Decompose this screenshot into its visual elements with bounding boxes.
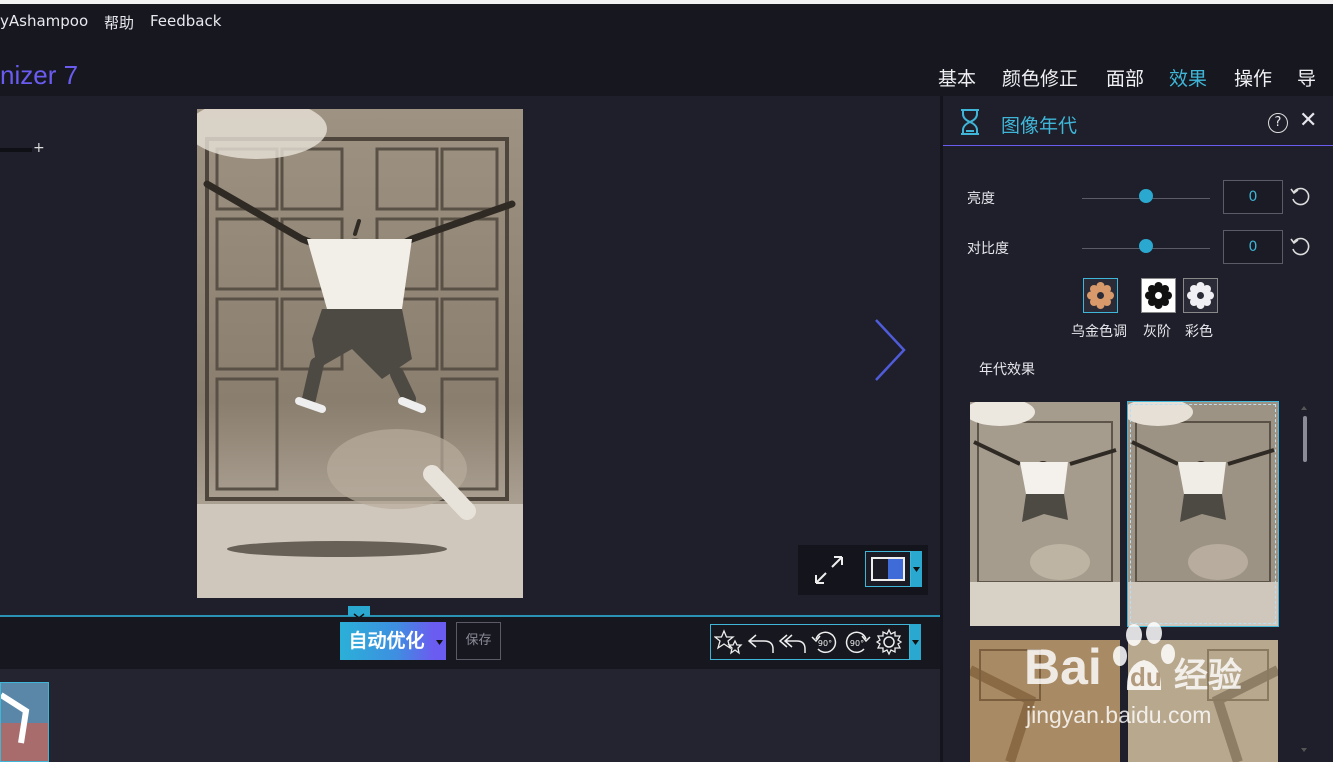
undo-all-icon[interactable] xyxy=(778,627,808,657)
stars-icon[interactable] xyxy=(714,627,744,657)
auto-optimize-dropdown[interactable] xyxy=(433,622,446,660)
brightness-value-field[interactable]: 0 xyxy=(1223,180,1283,214)
menu-item-ashampoo[interactable]: yAshampoo xyxy=(0,12,88,30)
tab-effects[interactable]: 效果 xyxy=(1169,64,1207,91)
tools-dropdown[interactable] xyxy=(910,624,921,660)
filmstrip xyxy=(0,669,940,762)
contrast-label: 对比度 xyxy=(967,241,1009,257)
filmstrip-thumbnail[interactable] xyxy=(0,682,49,762)
grayscale-mode-label: 灰阶 xyxy=(1143,324,1171,340)
age-effect-preset-3[interactable] xyxy=(970,640,1120,762)
age-effect-preset[interactable] xyxy=(970,402,1120,626)
menu-bar: yAshampoo 帮助 Feedback xyxy=(0,4,1333,38)
rotate-left-90-icon[interactable]: 90° xyxy=(810,627,840,657)
rotate-right-90-icon[interactable]: 90° xyxy=(842,627,872,657)
undo-icon[interactable] xyxy=(746,627,776,657)
app-title: nizer 7 xyxy=(0,60,79,90)
zoom-slider[interactable] xyxy=(0,148,32,152)
brightness-label: 亮度 xyxy=(967,191,995,207)
svg-text:90°: 90° xyxy=(850,639,864,648)
contrast-slider-knob[interactable] xyxy=(1139,239,1153,253)
hourglass-icon xyxy=(961,109,979,135)
fullscreen-icon[interactable] xyxy=(812,553,846,587)
grayscale-mode-button[interactable] xyxy=(1141,278,1176,313)
save-button[interactable]: 保存 xyxy=(456,622,501,660)
sepia-mode-button[interactable] xyxy=(1083,278,1118,313)
color-mode-label: 彩色 xyxy=(1185,324,1213,340)
before-after-toggle[interactable] xyxy=(865,551,911,587)
tab-color-correction[interactable]: 颜色修正 xyxy=(1002,64,1078,91)
tab-face[interactable]: 面部 xyxy=(1106,64,1144,91)
title-bar: nizer 7 基本 颜色修正 面部 效果 操作 导出 xyxy=(0,38,1333,117)
age-effect-preset-selected[interactable] xyxy=(1127,401,1279,627)
split-view-icon xyxy=(871,557,905,581)
help-icon[interactable]: ? xyxy=(1268,113,1288,133)
next-image-icon[interactable] xyxy=(868,318,908,382)
tab-operations[interactable]: 操作 xyxy=(1234,64,1272,91)
presets-scrollbar-thumb[interactable] xyxy=(1303,416,1307,462)
close-icon[interactable]: ✕ xyxy=(1299,108,1317,133)
brightness-slider-knob[interactable] xyxy=(1139,189,1153,203)
image-canvas: + xyxy=(0,96,940,616)
panel-title: 图像年代 xyxy=(1001,115,1078,137)
main-photo xyxy=(197,109,523,598)
sepia-mode-label: 乌金色调 xyxy=(1071,324,1127,340)
bottom-toolbar: 自动优化 保存 90° 90° xyxy=(0,617,940,669)
effect-panel: 图像年代 ? ✕ 亮度 0 对比度 0 乌金色调 灰阶 彩色 年代效果 xyxy=(943,96,1333,762)
svg-text:90°: 90° xyxy=(818,639,832,648)
compare-dropdown[interactable] xyxy=(911,551,922,587)
color-mode-button[interactable] xyxy=(1183,278,1218,313)
menu-item-help[interactable]: 帮助 xyxy=(104,12,134,33)
tab-basic[interactable]: 基本 xyxy=(938,64,976,91)
zoom-in-icon[interactable]: + xyxy=(33,140,45,156)
view-controls xyxy=(798,545,928,595)
collapse-filmstrip-icon[interactable] xyxy=(348,606,370,619)
panel-header-line xyxy=(943,145,1333,146)
menu-item-feedback[interactable]: Feedback xyxy=(150,12,221,30)
settings-icon[interactable] xyxy=(874,627,904,657)
reset-brightness-icon[interactable] xyxy=(1289,185,1311,207)
age-effect-preset-4[interactable] xyxy=(1128,640,1278,762)
reset-contrast-icon[interactable] xyxy=(1289,235,1311,257)
edit-tools-group: 90° 90° xyxy=(710,624,910,660)
contrast-value-field[interactable]: 0 xyxy=(1223,230,1283,264)
auto-optimize-button[interactable]: 自动优化 xyxy=(340,622,433,660)
effects-section-title: 年代效果 xyxy=(979,362,1035,378)
